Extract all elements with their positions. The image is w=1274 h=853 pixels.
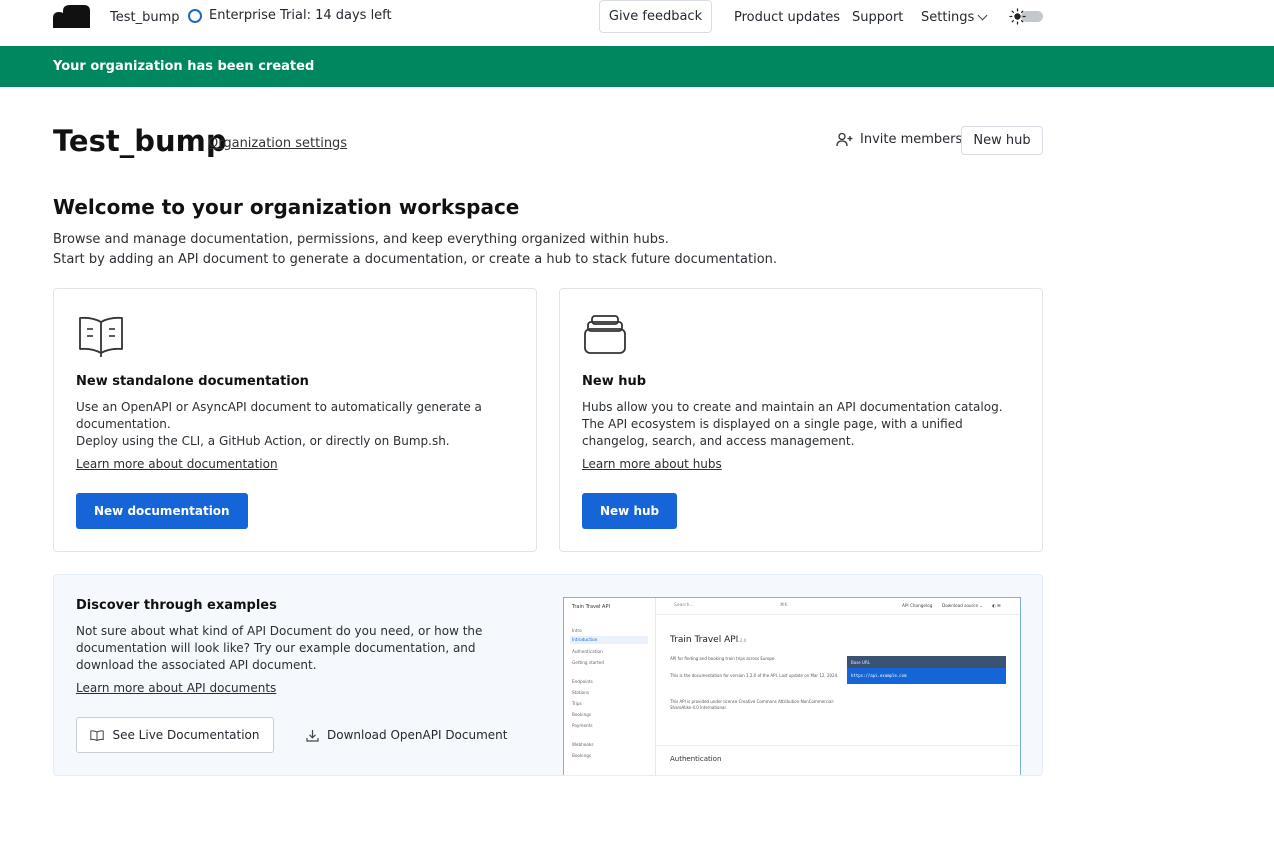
example-documentation-preview[interactable]: Train Travel API Intro Introduction Auth… [563,597,1021,775]
card-desc-line: The API ecosystem is displayed on a sing… [582,417,963,448]
preview-sidebar-item: Intro [572,628,582,633]
support-link[interactable]: Support [852,10,903,25]
theme-toggle[interactable] [1007,8,1044,25]
new-hub-header-button[interactable]: New hub [961,126,1043,155]
top-nav: Test_bump Enterprise Trial: 14 days left… [0,0,1274,46]
preview-sidebar-item: Stations [572,690,590,695]
welcome-line-1: Browse and manage documentation, permiss… [53,232,669,247]
page-title: Test_bump [53,124,227,158]
preview-paragraph: API for finding and booking train trips … [670,656,776,661]
card-title: New hub [582,374,647,389]
welcome-description: Browse and manage documentation, permiss… [53,230,777,270]
preview-sidebar-item: Payments [572,723,593,728]
welcome-line-2: Start by adding an API document to gener… [53,252,778,267]
preview-heading: Train Travel API [670,635,739,645]
preview-paragraph: This API is provided under license Creat… [670,699,835,710]
preview-sidebar-item: Getting started [572,660,604,665]
see-live-label: See Live Documentation [112,728,260,742]
success-banner: Your organization has been created [0,46,1274,87]
preview-code-header: Base URL [847,656,1006,668]
hub-stack-icon [584,315,626,354]
new-documentation-card: New standalone documentation Use an Open… [53,288,537,552]
org-switcher[interactable]: Test_bump [110,10,180,25]
trial-status[interactable]: Enterprise Trial: 14 days left [188,8,392,23]
card-desc-line: Deploy using the CLI, a GitHub Action, o… [76,434,450,448]
chevron-down-icon [977,10,988,21]
preview-sidebar-item: Trips [572,701,582,706]
preview-sidebar-item: Webhooks [572,742,594,747]
preview-sidebar: Train Travel API Intro Introduction Auth… [564,598,656,775]
preview-sidebar-item: Endpoints [572,679,593,684]
examples-description: Not sure about what kind of API Document… [76,624,483,672]
open-book-icon [79,316,123,357]
download-openapi-button[interactable]: Download OpenAPI Document [306,717,507,753]
add-user-icon [836,132,853,147]
card-description: Hubs allow you to create and maintain an… [582,399,1022,450]
examples-title: Discover through examples [76,598,277,613]
invite-members-label: Invite members [860,132,963,147]
give-feedback-button[interactable]: Give feedback [599,0,712,33]
preview-topbar: Search... ⌘K API Changelog Download sour… [656,598,1020,615]
preview-sidebar-item: Bookings [572,753,592,758]
card-desc-line: Hubs allow you to create and maintain an… [582,400,1003,414]
trial-label: Enterprise Trial: 14 days left [209,8,392,23]
organization-settings-link[interactable]: Organization settings [208,136,347,151]
learn-more-api-documents-link[interactable]: Learn more about API documents [76,681,276,695]
settings-menu[interactable]: Settings [921,10,988,25]
card-desc-line: Use an OpenAPI or AsyncAPI document to a… [76,400,482,431]
learn-more-documentation-link[interactable]: Learn more about documentation [76,457,278,471]
preview-brand: Train Travel API [572,604,610,610]
preview-divider [656,745,1020,746]
new-hub-card: New hub Hubs allow you to create and mai… [559,288,1043,552]
settings-label: Settings [921,10,975,25]
book-icon [90,729,105,741]
bump-logo-icon[interactable] [53,5,90,28]
preview-subheading: Authentication [670,755,722,763]
card-title: New standalone documentation [76,374,309,389]
preview-changelog: API Changelog [902,603,933,608]
preview-sidebar-item: Introduction [570,636,648,644]
see-live-documentation-button[interactable]: See Live Documentation [76,717,274,753]
new-documentation-button[interactable]: New documentation [76,493,248,529]
preview-version: 1.2.0 [736,638,747,643]
preview-search: Search... [674,603,694,608]
welcome-title: Welcome to your organization workspace [53,195,520,219]
preview-download: Download source ⌄ [942,603,983,608]
preview-code-block: Base URL https://api.example.com [847,656,1006,684]
download-label: Download OpenAPI Document [327,728,508,742]
preview-toggle: ◐ ☰ [992,603,1001,608]
learn-more-hubs-link[interactable]: Learn more about hubs [582,457,722,471]
invite-members-button[interactable]: Invite members [836,132,962,147]
new-hub-button[interactable]: New hub [582,493,678,529]
preview-code-body: https://api.example.com [847,668,1006,684]
preview-sidebar-item: Authentication [572,649,603,654]
download-icon [306,729,319,742]
preview-shortcut: ⌘K [780,603,788,608]
preview-paragraph: This is the documentation for version 1.… [670,673,839,678]
card-description: Use an OpenAPI or AsyncAPI document to a… [76,399,516,450]
product-updates-link[interactable]: Product updates [734,10,840,25]
examples-section: Discover through examples Not sure about… [53,574,1043,776]
preview-sidebar-item: Bookings [572,712,592,717]
trial-progress-icon [188,8,202,23]
sun-icon [1009,8,1026,25]
